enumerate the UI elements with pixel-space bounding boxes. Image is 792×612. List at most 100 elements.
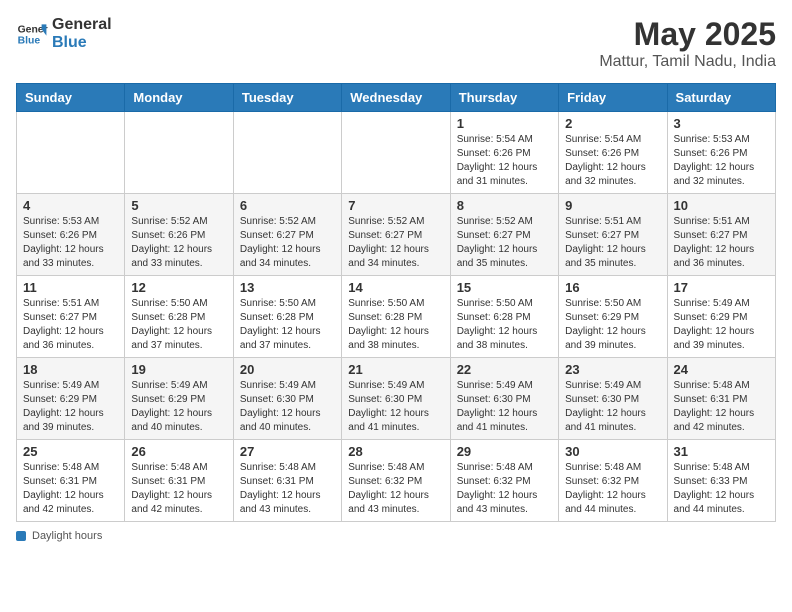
day-number: 9 [565,198,660,213]
day-info: Sunrise: 5:51 AM Sunset: 6:27 PM Dayligh… [23,297,118,353]
day-info: Sunrise: 5:49 AM Sunset: 6:29 PM Dayligh… [131,379,226,435]
day-cell: 30 Sunrise: 5:48 AM Sunset: 6:32 PM Dayli… [559,440,667,522]
day-cell: 1 Sunrise: 5:54 AM Sunset: 6:26 PM Daylig… [450,112,558,194]
day-number: 24 [674,362,769,377]
day-cell: 21 Sunrise: 5:49 AM Sunset: 6:30 PM Dayli… [342,358,450,440]
week-row-4: 18 Sunrise: 5:49 AM Sunset: 6:29 PM Dayli… [17,358,776,440]
title-block: May 2025 Mattur, Tamil Nadu, India [599,16,776,71]
day-number: 4 [23,198,118,213]
day-cell: 31 Sunrise: 5:48 AM Sunset: 6:33 PM Dayli… [667,440,775,522]
day-info: Sunrise: 5:53 AM Sunset: 6:26 PM Dayligh… [674,133,769,189]
footer-label: Daylight hours [32,530,102,542]
day-cell: 26Sunrise: 5:48 AM Sunset: 6:31 PM Dayli… [125,440,233,522]
day-cell: 22 Sunrise: 5:49 AM Sunset: 6:30 PM Dayli… [450,358,558,440]
day-number: 10 [674,198,769,213]
day-info: Sunrise: 5:51 AM Sunset: 6:27 PM Dayligh… [674,215,769,271]
day-number: 8 [457,198,552,213]
calendar-table: SundayMondayTuesdayWednesdayThursdayFrid… [16,83,776,522]
day-header-saturday: Saturday [667,84,775,112]
page-header: General Blue General Blue May 2025 Mattu… [16,16,776,71]
day-header-wednesday: Wednesday [342,84,450,112]
calendar-subtitle: Mattur, Tamil Nadu, India [599,53,776,71]
day-number: 16 [565,280,660,295]
day-cell: 18Sunrise: 5:49 AM Sunset: 6:29 PM Dayli… [17,358,125,440]
day-cell: 19 Sunrise: 5:49 AM Sunset: 6:29 PM Dayli… [125,358,233,440]
day-info: Sunrise: 5:48 AM Sunset: 6:31 PM Dayligh… [674,379,769,435]
day-info: Sunrise: 5:49 AM Sunset: 6:30 PM Dayligh… [348,379,443,435]
day-info: Sunrise: 5:50 AM Sunset: 6:29 PM Dayligh… [565,297,660,353]
day-number: 15 [457,280,552,295]
logo-line1: General [52,16,112,34]
week-row-2: 4Sunrise: 5:53 AM Sunset: 6:26 PM Daylig… [17,194,776,276]
day-header-tuesday: Tuesday [233,84,341,112]
day-info: Sunrise: 5:48 AM Sunset: 6:33 PM Dayligh… [674,461,769,517]
day-info: Sunrise: 5:48 AM Sunset: 6:32 PM Dayligh… [565,461,660,517]
day-info: Sunrise: 5:49 AM Sunset: 6:29 PM Dayligh… [674,297,769,353]
day-cell: 27 Sunrise: 5:48 AM Sunset: 6:31 PM Dayli… [233,440,341,522]
day-cell: 8 Sunrise: 5:52 AM Sunset: 6:27 PM Daylig… [450,194,558,276]
day-number: 13 [240,280,335,295]
day-cell: 17 Sunrise: 5:49 AM Sunset: 6:29 PM Dayli… [667,276,775,358]
day-number: 5 [131,198,226,213]
day-header-monday: Monday [125,84,233,112]
day-cell [233,112,341,194]
day-cell: 7 Sunrise: 5:52 AM Sunset: 6:27 PM Daylig… [342,194,450,276]
day-info: Sunrise: 5:51 AM Sunset: 6:27 PM Dayligh… [565,215,660,271]
day-number: 17 [674,280,769,295]
day-number: 3 [674,116,769,131]
day-cell: 5Sunrise: 5:52 AM Sunset: 6:26 PM Daylig… [125,194,233,276]
day-info: Sunrise: 5:50 AM Sunset: 6:28 PM Dayligh… [457,297,552,353]
day-number: 21 [348,362,443,377]
day-cell: 12 Sunrise: 5:50 AM Sunset: 6:28 PM Dayli… [125,276,233,358]
day-cell [342,112,450,194]
day-info: Sunrise: 5:48 AM Sunset: 6:31 PM Dayligh… [240,461,335,517]
day-number: 29 [457,444,552,459]
logo: General Blue General Blue [16,16,112,51]
svg-text:Blue: Blue [18,35,41,46]
footer: Daylight hours [16,530,776,542]
day-number: 20 [240,362,335,377]
day-cell: 15 Sunrise: 5:50 AM Sunset: 6:28 PM Dayli… [450,276,558,358]
day-cell: 2Sunrise: 5:54 AM Sunset: 6:26 PM Daylig… [559,112,667,194]
day-number: 28 [348,444,443,459]
day-number: 6 [240,198,335,213]
day-info: Sunrise: 5:48 AM Sunset: 6:31 PM Dayligh… [131,461,226,517]
day-info: Sunrise: 5:52 AM Sunset: 6:27 PM Dayligh… [457,215,552,271]
day-cell: 9 Sunrise: 5:51 AM Sunset: 6:27 PM Daylig… [559,194,667,276]
day-number: 19 [131,362,226,377]
day-cell [17,112,125,194]
day-cell: 13Sunrise: 5:50 AM Sunset: 6:28 PM Dayli… [233,276,341,358]
day-number: 7 [348,198,443,213]
day-number: 2 [565,116,660,131]
calendar-header-row: SundayMondayTuesdayWednesdayThursdayFrid… [17,84,776,112]
day-info: Sunrise: 5:52 AM Sunset: 6:27 PM Dayligh… [348,215,443,271]
day-number: 30 [565,444,660,459]
week-row-1: 1 Sunrise: 5:54 AM Sunset: 6:26 PM Daylig… [17,112,776,194]
day-info: Sunrise: 5:48 AM Sunset: 6:32 PM Dayligh… [457,461,552,517]
logo-line2: Blue [52,34,112,52]
day-cell: 28 Sunrise: 5:48 AM Sunset: 6:32 PM Dayli… [342,440,450,522]
week-row-3: 11Sunrise: 5:51 AM Sunset: 6:27 PM Dayli… [17,276,776,358]
day-header-friday: Friday [559,84,667,112]
day-number: 18 [23,362,118,377]
day-cell [125,112,233,194]
day-info: Sunrise: 5:50 AM Sunset: 6:28 PM Dayligh… [131,297,226,353]
day-number: 25 [23,444,118,459]
day-cell: 11Sunrise: 5:51 AM Sunset: 6:27 PM Dayli… [17,276,125,358]
day-info: Sunrise: 5:49 AM Sunset: 6:30 PM Dayligh… [457,379,552,435]
day-info: Sunrise: 5:54 AM Sunset: 6:26 PM Dayligh… [457,133,552,189]
day-number: 1 [457,116,552,131]
day-cell: 24 Sunrise: 5:48 AM Sunset: 6:31 PM Dayli… [667,358,775,440]
day-number: 27 [240,444,335,459]
day-cell: 4Sunrise: 5:53 AM Sunset: 6:26 PM Daylig… [17,194,125,276]
day-cell: 10 Sunrise: 5:51 AM Sunset: 6:27 PM Dayli… [667,194,775,276]
day-cell: 23Sunrise: 5:49 AM Sunset: 6:30 PM Dayli… [559,358,667,440]
logo-icon: General Blue [16,18,48,50]
day-info: Sunrise: 5:50 AM Sunset: 6:28 PM Dayligh… [348,297,443,353]
day-info: Sunrise: 5:49 AM Sunset: 6:30 PM Dayligh… [240,379,335,435]
day-info: Sunrise: 5:48 AM Sunset: 6:32 PM Dayligh… [348,461,443,517]
day-number: 31 [674,444,769,459]
day-number: 22 [457,362,552,377]
day-number: 12 [131,280,226,295]
day-info: Sunrise: 5:48 AM Sunset: 6:31 PM Dayligh… [23,461,118,517]
